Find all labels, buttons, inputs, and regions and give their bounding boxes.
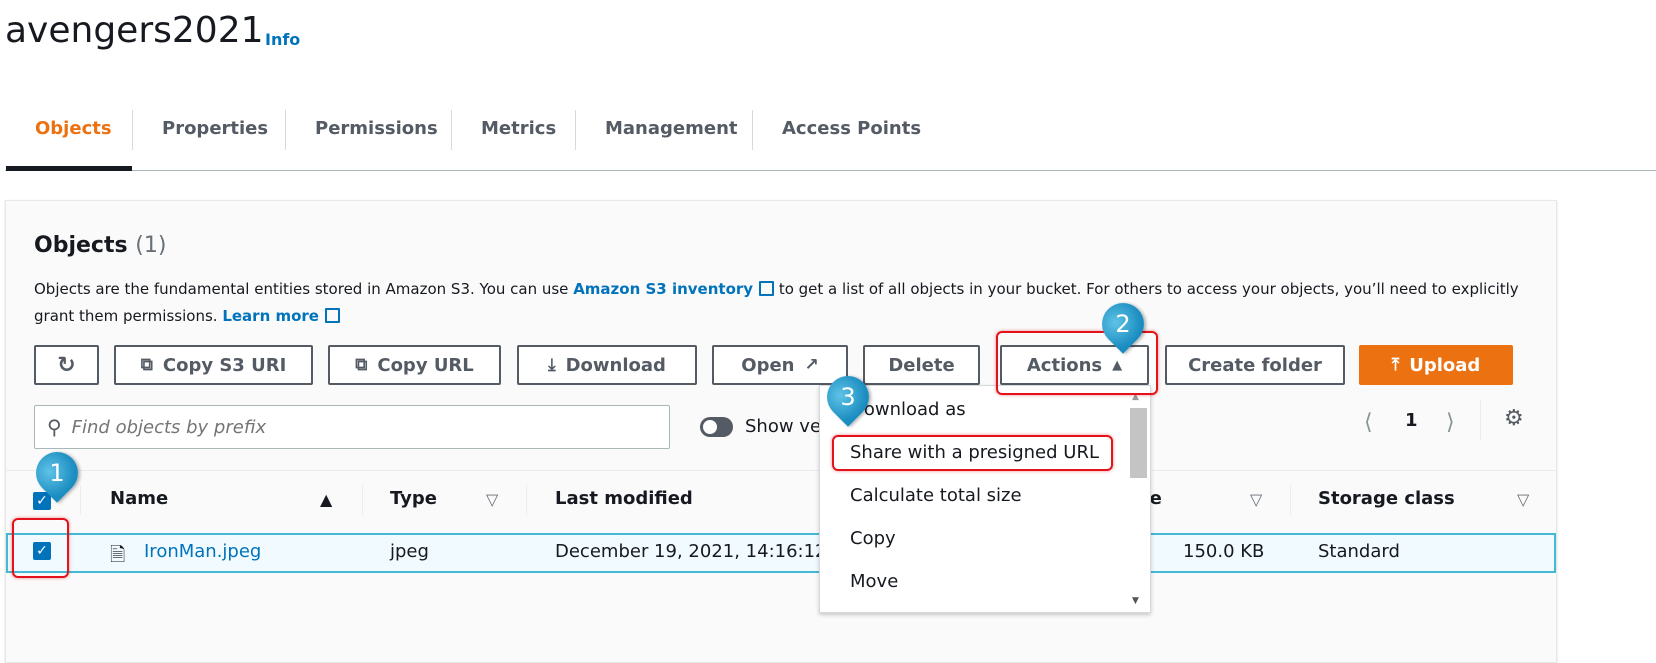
delete-button[interactable]: Delete <box>863 345 980 385</box>
learn-more-link[interactable]: Learn more <box>222 307 319 325</box>
sort-icon[interactable]: ▽ <box>1517 490 1529 509</box>
search-field[interactable]: ⚲ <box>34 405 670 449</box>
tab-divider <box>285 110 286 150</box>
tab-objects[interactable]: Objects <box>35 118 112 139</box>
tab-management[interactable]: Management <box>605 118 738 139</box>
tab-divider <box>752 110 753 150</box>
object-name-link[interactable]: IronMan.jpeg <box>144 541 261 562</box>
tab-metrics[interactable]: Metrics <box>481 118 556 139</box>
objects-description-2: grant them permissions. Learn more <box>34 307 340 325</box>
tab-permissions[interactable]: Permissions <box>315 118 438 139</box>
tab-divider <box>132 110 133 150</box>
tab-divider <box>575 110 576 150</box>
column-divider <box>80 485 81 515</box>
copy-icon: ⧉ <box>355 355 368 375</box>
object-last-modified: December 19, 2021, 14:16:12 <box>555 541 827 562</box>
show-versions-toggle[interactable] <box>700 417 733 437</box>
highlight-share-url <box>832 435 1113 471</box>
step-marker-2: 2 <box>1093 294 1153 354</box>
column-header-name[interactable]: Name <box>110 488 168 509</box>
step-marker-1: 1 <box>27 443 87 503</box>
upload-icon: ⤒ <box>1391 355 1400 375</box>
object-size: 150.0 KB <box>1183 541 1265 562</box>
download-button[interactable]: ⤓ Download <box>517 345 697 385</box>
refresh-button[interactable]: ↻ <box>34 345 99 385</box>
settings-gear-icon[interactable]: ⚙ <box>1504 406 1524 431</box>
file-icon: 🗎 <box>110 544 126 566</box>
previous-page-button[interactable]: ⟨ <box>1364 410 1373 435</box>
search-input[interactable] <box>71 416 632 438</box>
column-header-type[interactable]: Type <box>390 488 437 509</box>
tab-properties[interactable]: Properties <box>162 118 268 139</box>
refresh-icon: ↻ <box>57 352 76 378</box>
menu-item-copy[interactable]: Copy <box>850 528 896 549</box>
external-link-icon: ↗ <box>804 355 819 375</box>
external-link-icon <box>324 308 340 323</box>
objects-description: Objects are the fundamental entities sto… <box>34 280 1519 298</box>
create-folder-button[interactable]: Create folder <box>1165 345 1345 385</box>
scroll-down-icon[interactable]: ▼ <box>1132 596 1139 606</box>
sort-icon[interactable]: ▽ <box>1250 490 1262 509</box>
menu-item-calculate-total-size[interactable]: Calculate total size <box>850 485 1022 506</box>
info-link[interactable]: Info <box>265 30 300 49</box>
next-page-button[interactable]: ⟩ <box>1446 410 1455 435</box>
sort-icon[interactable]: ▽ <box>486 490 498 509</box>
column-divider <box>526 485 527 515</box>
copy-url-button[interactable]: ⧉ Copy URL <box>328 345 501 385</box>
objects-heading: Objects (1) <box>34 233 167 258</box>
upload-button[interactable]: ⤒ Upload <box>1359 345 1513 385</box>
external-link-icon <box>759 281 775 296</box>
sort-ascending-icon[interactable]: ▲ <box>320 490 332 509</box>
object-storage-class: Standard <box>1318 541 1400 562</box>
current-page[interactable]: 1 <box>1405 410 1418 431</box>
download-icon: ⤓ <box>548 355 556 375</box>
pagination-divider <box>1480 400 1481 440</box>
step-marker-3: 3 <box>818 367 878 427</box>
highlight-checkbox <box>12 518 69 578</box>
column-header-last-modified[interactable]: Last modified <box>555 488 693 509</box>
tab-divider <box>451 110 452 150</box>
search-icon: ⚲ <box>47 415 62 439</box>
copy-s3-uri-button[interactable]: ⧉ Copy S3 URI <box>114 345 313 385</box>
column-header-storage-class[interactable]: Storage class <box>1318 488 1455 509</box>
menu-item-move[interactable]: Move <box>850 571 898 592</box>
object-type: jpeg <box>390 541 429 562</box>
actions-dropdown-menu: Download as Share with a presigned URL C… <box>819 385 1151 613</box>
column-divider <box>362 485 363 515</box>
active-tab-indicator <box>6 166 132 171</box>
s3-inventory-link[interactable]: Amazon S3 inventory <box>573 280 753 298</box>
tab-access-points[interactable]: Access Points <box>782 118 921 139</box>
table-top-divider <box>6 470 1556 471</box>
menu-scrollbar[interactable] <box>1130 408 1147 478</box>
tabs-divider <box>5 170 1656 171</box>
bucket-title: avengers2021 <box>5 10 264 51</box>
copy-icon: ⧉ <box>140 355 153 375</box>
column-divider <box>1290 485 1291 515</box>
